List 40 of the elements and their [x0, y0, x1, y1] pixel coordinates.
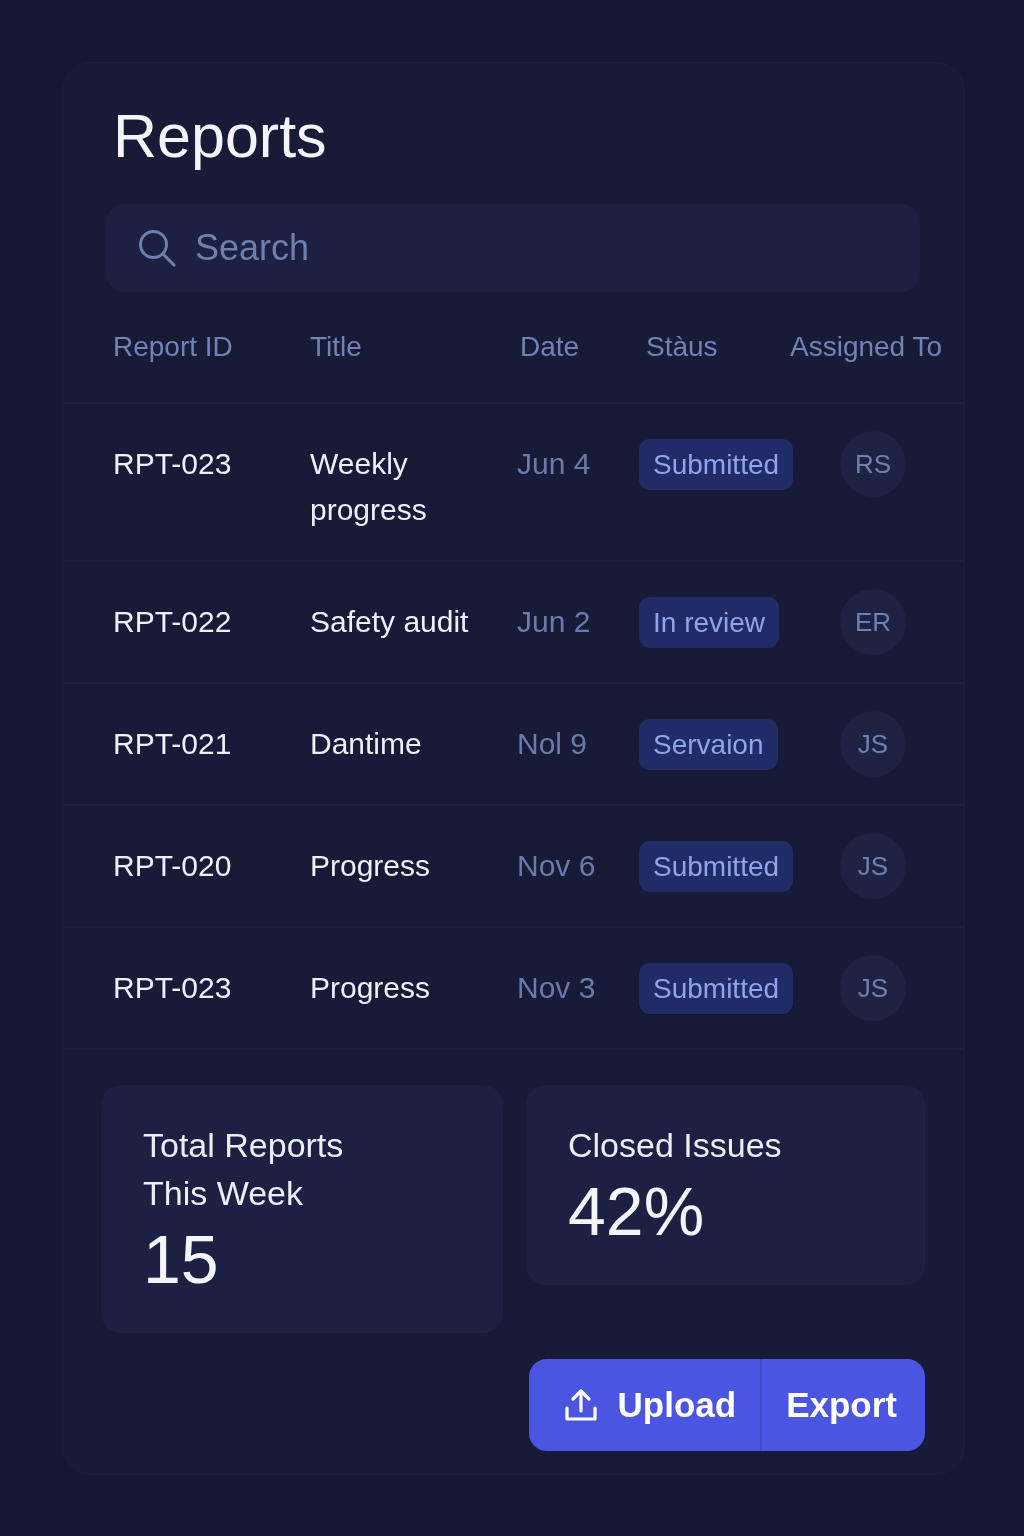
- report-id: RPT-023: [113, 970, 232, 1006]
- report-date: Nol 9: [517, 726, 588, 762]
- column-header: Assigned To: [790, 331, 943, 363]
- report-id: RPT-023: [113, 446, 232, 482]
- assignee-avatar: ER: [840, 589, 906, 655]
- assignee-avatar: RS: [840, 431, 906, 497]
- report-date: Nov 3: [517, 970, 596, 1006]
- stat-label: Closed Issues: [568, 1125, 783, 1166]
- column-header: Report ID: [113, 331, 233, 363]
- report-id: RPT-021: [113, 726, 232, 762]
- assignee-avatar: JS: [840, 833, 906, 899]
- page-title: Reports: [113, 101, 327, 172]
- search-field[interactable]: Search: [106, 204, 920, 292]
- report-title: Weekly progress: [310, 446, 428, 528]
- upload-button[interactable]: Upload: [528, 1359, 761, 1451]
- export-button[interactable]: Export: [760, 1359, 925, 1451]
- column-header: Date: [520, 331, 580, 363]
- status-badge: Submitted: [639, 438, 794, 490]
- column-header: Stàus: [646, 331, 718, 363]
- stat-value: 15: [143, 1220, 220, 1299]
- report-title: Progress: [310, 848, 431, 884]
- search-icon: [138, 229, 176, 267]
- stat-label: Total Reports This Week: [143, 1125, 345, 1214]
- stat-value: 42%: [568, 1172, 706, 1251]
- status-badge: Submitted: [639, 962, 794, 1014]
- upload-icon: [563, 1388, 598, 1422]
- status-badge: Servaion: [639, 718, 778, 770]
- report-title: Dantime: [310, 726, 422, 762]
- status-badge: Submitted: [639, 840, 794, 892]
- assignee-avatar: JS: [840, 955, 906, 1021]
- report-id: RPT-020: [113, 848, 232, 884]
- report-date: Nov 6: [517, 848, 596, 884]
- report-date: Jun 4: [517, 446, 591, 482]
- report-title: Safety audit: [310, 604, 469, 640]
- report-title: Progress: [310, 970, 431, 1006]
- report-date: Jun 2: [517, 604, 591, 640]
- report-id: RPT-022: [113, 604, 232, 640]
- assignee-avatar: JS: [840, 711, 906, 777]
- column-header: Title: [310, 331, 362, 363]
- status-badge: In review: [639, 596, 780, 648]
